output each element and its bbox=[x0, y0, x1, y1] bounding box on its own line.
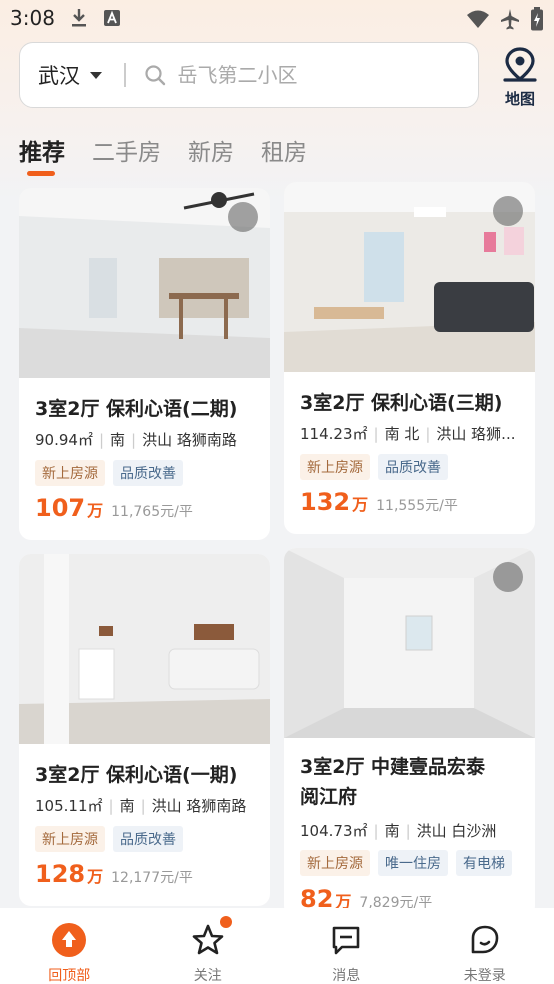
listing-area: 90.94㎡ bbox=[35, 431, 93, 449]
city-selector[interactable]: 武汉 bbox=[38, 60, 102, 90]
unit-price: 11,765元/平 bbox=[111, 504, 193, 520]
nav-label: 消息 bbox=[332, 968, 361, 984]
search-icon bbox=[144, 65, 165, 86]
listing-area: 104.73㎡ bbox=[300, 822, 368, 840]
status-bar: 3:08 bbox=[0, 0, 554, 38]
price-value: 107 bbox=[35, 494, 86, 522]
listing-title: 3室2厅 保利心语(二期) bbox=[35, 398, 238, 420]
app-notification-icon bbox=[104, 10, 120, 26]
nav-label: 回顶部 bbox=[48, 968, 91, 984]
vr-badge-icon bbox=[493, 562, 523, 592]
listing-orientation: 南 bbox=[384, 822, 400, 840]
city-label: 武汉 bbox=[38, 64, 80, 88]
listing-meta: 104.73㎡ | 南 | 洪山 白沙洲 bbox=[300, 822, 497, 840]
tag: 品质改善 bbox=[378, 454, 448, 480]
wifi-icon bbox=[467, 10, 489, 28]
caret-down-icon bbox=[90, 71, 102, 79]
tag: 新上房源 bbox=[300, 454, 370, 480]
listing-location: 洪山 珞狮南路 bbox=[151, 797, 247, 815]
listing-meta: 114.23㎡ | 南 北 | 洪山 珞狮... bbox=[300, 425, 516, 443]
bottom-navigation: 回顶部 关注 消息 未登录 bbox=[0, 908, 554, 984]
tab-new-homes[interactable]: 新房 bbox=[188, 133, 234, 167]
listing-title-line: 阅江府 bbox=[300, 786, 358, 808]
listing-tags: 新上房源 品质改善 bbox=[35, 460, 183, 486]
price-unit: 万 bbox=[87, 501, 104, 520]
vr-badge-icon bbox=[493, 196, 523, 226]
airplane-mode-icon bbox=[501, 9, 519, 30]
star-icon bbox=[192, 924, 224, 955]
tab-label: 租房 bbox=[261, 140, 307, 166]
unit-price: 12,177元/平 bbox=[111, 870, 193, 886]
tab-label: 推荐 bbox=[19, 140, 65, 166]
nav-back-to-top[interactable]: 回顶部 bbox=[19, 908, 119, 984]
price-unit: 万 bbox=[87, 867, 104, 886]
listing-area: 105.11㎡ bbox=[35, 797, 103, 815]
nav-messages[interactable]: 消息 bbox=[296, 908, 396, 984]
tag: 新上房源 bbox=[35, 826, 105, 852]
listing-card[interactable]: 3室2厅 保利心语(二期) 90.94㎡ | 南 | 洪山 珞狮南路 新上房源 品质改善… bbox=[19, 188, 270, 540]
tag: 有电梯 bbox=[456, 850, 512, 876]
nav-label: 关注 bbox=[193, 968, 222, 984]
tag: 唯一住房 bbox=[378, 850, 448, 876]
nav-label: 未登录 bbox=[463, 968, 506, 984]
message-icon bbox=[332, 926, 360, 955]
active-tab-indicator bbox=[27, 171, 55, 176]
search-divider bbox=[124, 63, 126, 87]
category-tabs: 推荐 二手房 新房 租房 bbox=[19, 133, 307, 176]
search-bar: 武汉 bbox=[19, 42, 479, 108]
listing-price: 107 万 11,765元/平 bbox=[35, 494, 193, 522]
listing-area: 114.23㎡ bbox=[300, 425, 368, 443]
map-pin-icon bbox=[503, 47, 537, 82]
listing-orientation: 南 北 bbox=[384, 425, 420, 443]
listing-title-line: 3室2厅 中建壹品宏泰 bbox=[300, 756, 486, 778]
tab-label: 二手房 bbox=[92, 140, 161, 166]
listing-meta: 105.11㎡ | 南 | 洪山 珞狮南路 bbox=[35, 797, 247, 815]
listing-location: 洪山 珞狮... bbox=[436, 425, 516, 443]
tab-second-hand[interactable]: 二手房 bbox=[92, 133, 161, 167]
listing-tags: 新上房源 唯一住房 有电梯 bbox=[300, 850, 512, 876]
tag: 品质改善 bbox=[113, 460, 183, 486]
listing-tags: 新上房源 品质改善 bbox=[300, 454, 448, 480]
listing-card[interactable]: 3室2厅 中建壹品宏泰 阅江府 104.73㎡ | 南 | 洪山 白沙洲 新上房源 唯一… bbox=[284, 548, 535, 918]
listing-title: 3室2厅 中建壹品宏泰 阅江府 bbox=[300, 752, 525, 812]
vr-badge-icon bbox=[228, 202, 258, 232]
listing-photo bbox=[19, 554, 270, 744]
tag: 新上房源 bbox=[35, 460, 105, 486]
unit-price: 11,555元/平 bbox=[376, 498, 458, 514]
listing-orientation: 南 bbox=[110, 431, 126, 449]
search-input[interactable] bbox=[177, 63, 438, 87]
price-value: 132 bbox=[300, 488, 351, 516]
tab-recommended[interactable]: 推荐 bbox=[19, 133, 65, 176]
back-to-top-icon bbox=[52, 923, 87, 957]
price-unit: 万 bbox=[352, 495, 369, 514]
price-value: 128 bbox=[35, 860, 86, 888]
battery-icon bbox=[531, 7, 543, 31]
listing-price: 128 万 12,177元/平 bbox=[35, 860, 193, 888]
listing-price: 132 万 11,555元/平 bbox=[300, 488, 458, 516]
nav-profile[interactable]: 未登录 bbox=[435, 908, 535, 984]
download-icon bbox=[72, 9, 86, 27]
notification-dot bbox=[219, 916, 232, 928]
status-time: 3:08 bbox=[10, 6, 55, 30]
tag: 品质改善 bbox=[113, 826, 183, 852]
listing-title: 3室2厅 保利心语(一期) bbox=[35, 764, 238, 786]
listing-location: 洪山 珞狮南路 bbox=[142, 431, 237, 449]
profile-icon bbox=[471, 925, 499, 954]
listing-meta: 90.94㎡ | 南 | 洪山 珞狮南路 bbox=[35, 431, 237, 449]
tab-label: 新房 bbox=[188, 140, 234, 166]
listing-title: 3室2厅 保利心语(三期) bbox=[300, 392, 503, 414]
listing-card[interactable]: 3室2厅 保利心语(三期) 114.23㎡ | 南 北 | 洪山 珞狮... 新上房源 … bbox=[284, 182, 535, 534]
listing-tags: 新上房源 品质改善 bbox=[35, 826, 183, 852]
map-label: 地图 bbox=[504, 90, 535, 108]
map-button[interactable]: 地图 bbox=[496, 46, 544, 108]
listing-card[interactable]: 3室2厅 保利心语(一期) 105.11㎡ | 南 | 洪山 珞狮南路 新上房源 品质改… bbox=[19, 554, 270, 906]
nav-favorites[interactable]: 关注 bbox=[158, 908, 258, 984]
listing-location: 洪山 白沙洲 bbox=[416, 822, 497, 840]
tab-rentals[interactable]: 租房 bbox=[261, 133, 307, 167]
listing-orientation: 南 bbox=[119, 797, 135, 815]
tag: 新上房源 bbox=[300, 850, 370, 876]
